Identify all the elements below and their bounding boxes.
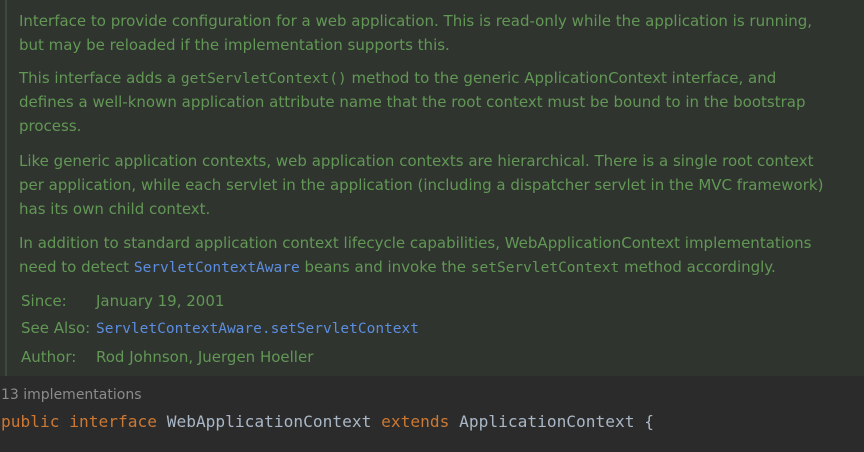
keyword-extends: extends [381,412,450,431]
implementations-hint[interactable]: 13 implementations [1,384,142,406]
doc-paragraph-4: In addition to standard application cont… [19,231,854,279]
doc-text-line: defines a well-known application attribu… [19,93,806,111]
doc-text: This interface adds a [19,69,181,87]
javadoc-rendered-block: Interface to provide configuration for a… [0,0,864,376]
doc-text: method to the generic ApplicationContext… [346,69,777,87]
since-label: Since: [21,292,67,310]
doc-text-line: Interface to provide configuration for a… [19,12,813,30]
link-see-also-setservletcontext[interactable]: ServletContextAware.setServletContext [96,317,419,341]
doc-text-line: process. [19,117,82,135]
author-label: Author: [21,348,77,366]
doc-text-line: has its own child context. [19,200,211,218]
link-servletcontextaware[interactable]: ServletContextAware [134,260,300,276]
doc-text-line: This interface adds a getServletContext(… [19,66,854,90]
see-also-label: See Also: [21,319,91,337]
doc-tag-author: Author: Rod Johnson, Juergen Hoeller [21,345,313,369]
since-value: January 19, 2001 [96,292,225,310]
doc-paragraph-1: Interface to provide configuration for a… [19,9,854,57]
interface-name[interactable]: WebApplicationContext [167,412,372,431]
doc-text-line: In addition to standard application cont… [19,234,812,252]
inline-code-getservletcontext: getServletContext() [180,71,347,87]
doc-text-line: Like generic application contexts, web a… [19,152,814,170]
doc-text: method accordingly. [619,258,776,276]
keyword-public: public [1,412,60,431]
doc-text-line: but may be reloaded if the implementatio… [19,36,450,54]
keyword-interface: interface [69,412,157,431]
doc-gutter-bar [5,0,7,376]
doc-tag-since: Since: January 19, 2001 [21,289,224,313]
doc-text: need to detect [19,258,134,276]
doc-text-line: per application, while each servlet in t… [19,176,824,194]
parent-interface-name[interactable]: ApplicationContext [459,412,634,431]
doc-tag-see-also: See Also: ServletContextAware.setServletC… [21,316,419,340]
doc-paragraph-3: Like generic application contexts, web a… [19,149,854,221]
author-value: Rod Johnson, Juergen Hoeller [96,348,314,366]
open-brace: { [644,412,655,431]
interface-declaration: public interface WebApplicationContext e… [1,410,654,434]
inline-code-setservletcontext: setServletContext [470,260,620,276]
doc-text: beans and invoke the [299,258,471,276]
doc-text-line: need to detect ServletContextAware beans… [19,255,854,279]
doc-paragraph-2: This interface adds a getServletContext(… [19,66,854,138]
